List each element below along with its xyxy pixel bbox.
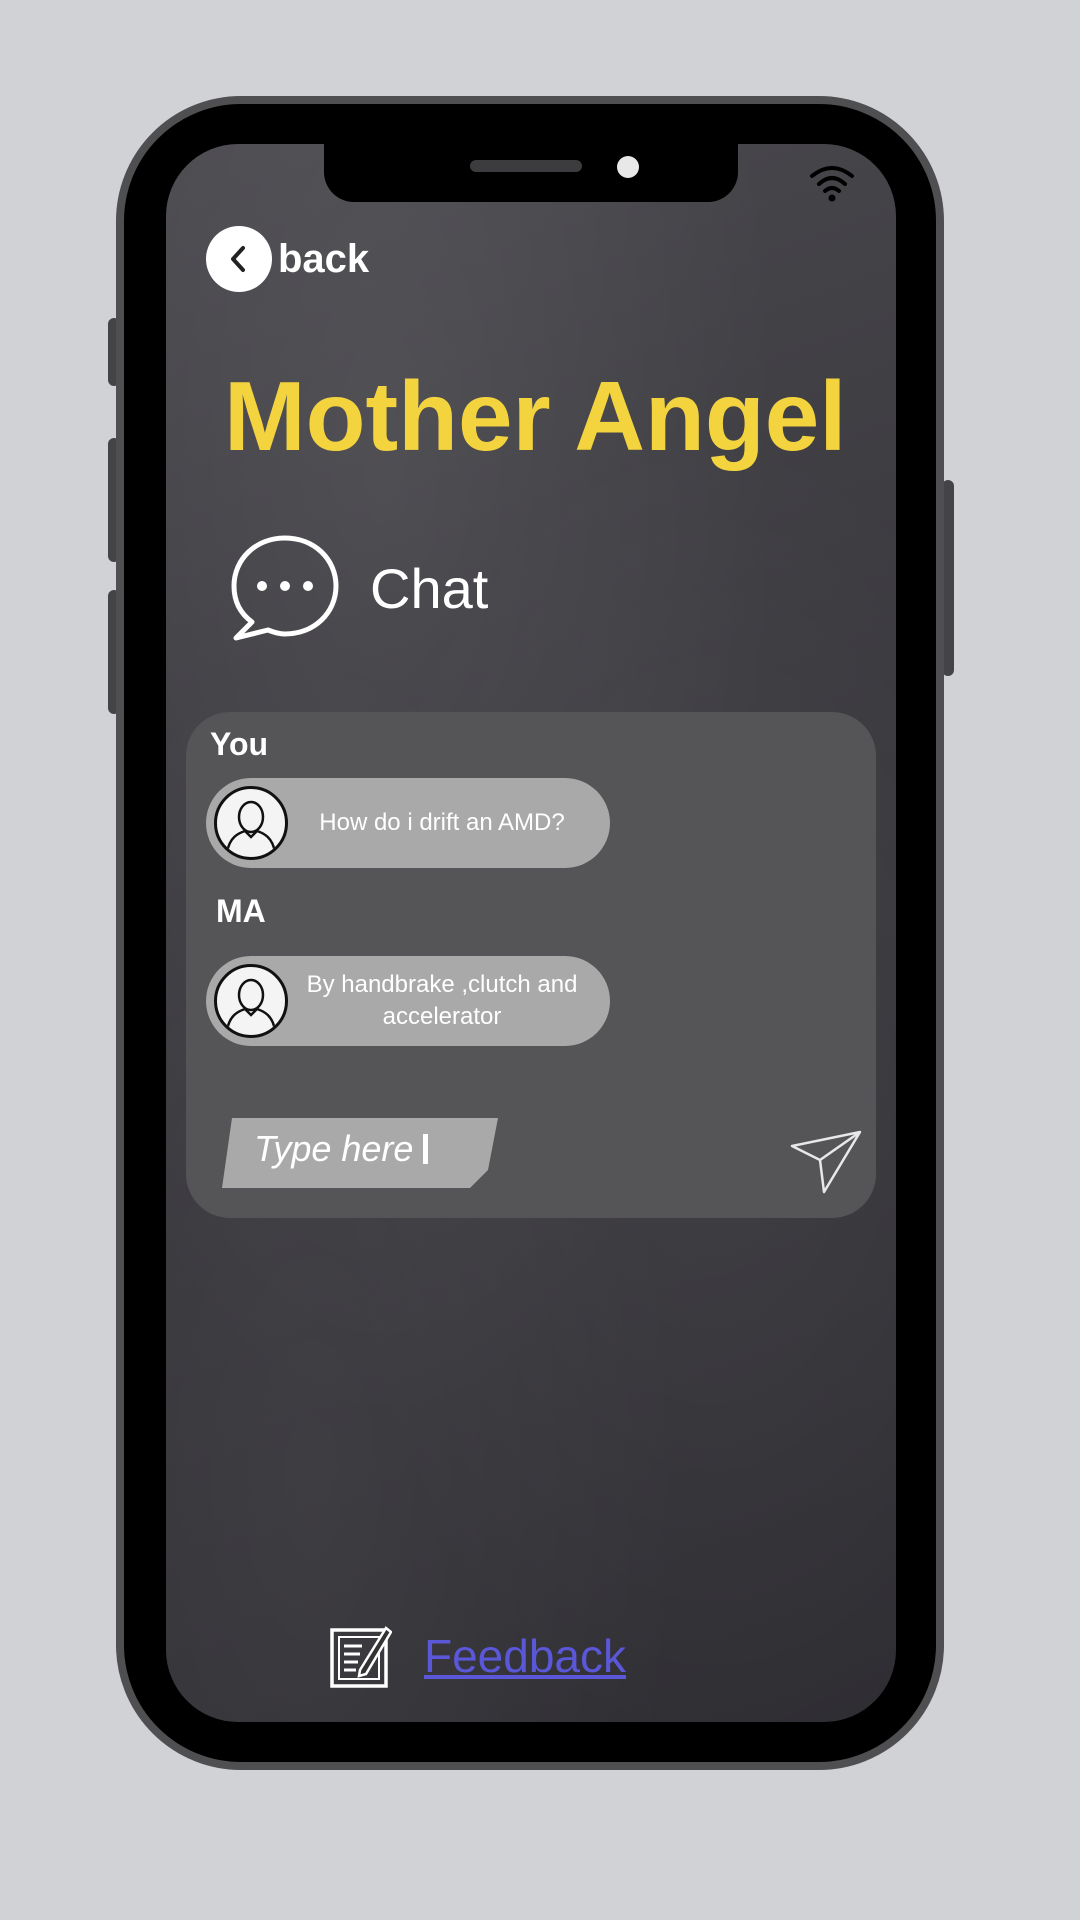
back-button[interactable]: back [206,226,369,292]
message-bubble-you: How do i drift an AMD? [206,778,610,868]
sender-label-you: You [210,726,269,762]
chat-header: Chat [228,532,488,644]
front-camera [617,156,639,178]
speaker [470,160,582,172]
feedback-section: Feedback [330,1624,626,1688]
notch [324,144,738,202]
chat-label: Chat [370,556,489,620]
send-icon[interactable] [790,1130,862,1194]
message-text: By handbrake ,clutch and accelerator [306,971,578,1030]
input-placeholder: Type here [254,1128,429,1170]
message-input[interactable]: Type here [222,1118,498,1188]
chat-bubble-icon [231,535,339,641]
wifi-icon [810,166,854,202]
back-label: back [278,236,370,281]
message-text: How do i drift an AMD? [319,809,565,836]
avatar [214,964,288,1038]
user-avatar-icon [225,800,277,854]
feedback-link[interactable]: Feedback [424,1629,626,1683]
text-cursor [423,1134,429,1164]
note-edit-icon [330,1626,392,1688]
user-avatar-icon [225,978,277,1032]
avatar [214,786,288,860]
message-bubble-ma: By handbrake ,clutch and accelerator [206,956,610,1046]
sender-label-ma: MA [216,893,266,929]
chevron-left-icon [206,226,272,292]
page-title: Mother Angel [224,361,847,471]
